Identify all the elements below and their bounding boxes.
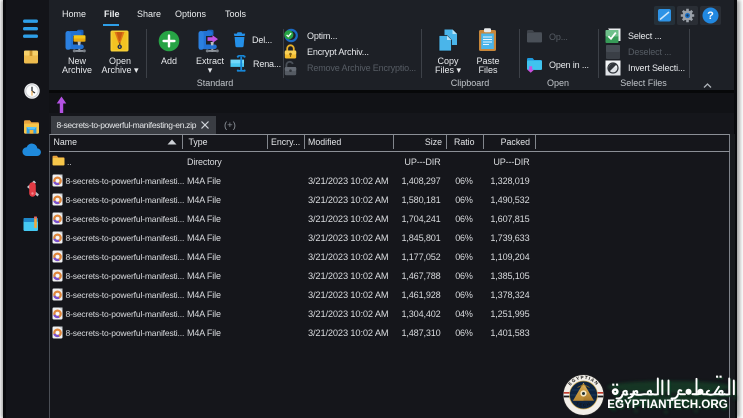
svg-text:?: ? <box>707 10 714 22</box>
svg-text:EGYPTIANTECH.ORG: EGYPTIANTECH.ORG <box>607 398 727 411</box>
